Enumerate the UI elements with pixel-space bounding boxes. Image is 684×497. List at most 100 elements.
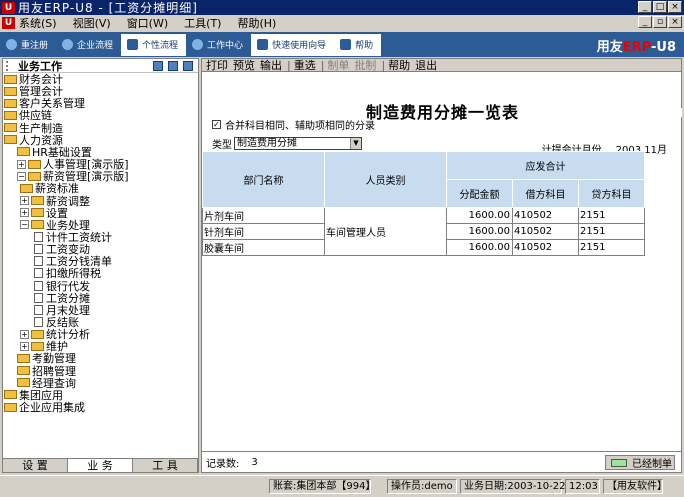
- app-logo-icon: U: [2, 1, 15, 14]
- menu-view[interactable]: 视图(V): [73, 15, 111, 31]
- checkbox-checked-icon[interactable]: ✓: [212, 120, 221, 129]
- debit-cell[interactable]: 410502: [512, 239, 579, 256]
- debit-cell[interactable]: 410502: [512, 223, 579, 240]
- report-toolbar: 打印 预览 输出 | 重选 | 制单 批制 | 帮助 退出: [202, 59, 681, 72]
- dept-cell[interactable]: 片剂车间: [202, 207, 325, 224]
- document-icon: [34, 268, 43, 279]
- dept-cell[interactable]: 针剂车间: [202, 223, 325, 240]
- credit-cell[interactable]: 2151: [578, 223, 645, 240]
- header-credit[interactable]: 贷方科目: [578, 179, 645, 208]
- header-dept[interactable]: 部门名称: [202, 151, 325, 208]
- tree-item[interactable]: 企业应用集成: [4, 401, 85, 414]
- header-amount[interactable]: 分配金额: [446, 179, 513, 208]
- amount-cell[interactable]: 1600.00: [446, 207, 513, 224]
- child-minimize-button[interactable]: _: [638, 16, 652, 28]
- amount-cell[interactable]: 1600.00: [446, 239, 513, 256]
- menu-system[interactable]: 系统(S): [19, 15, 57, 31]
- quick-wizard-button[interactable]: 快速使用向导: [251, 33, 335, 56]
- folder-icon: [4, 123, 17, 133]
- folder-icon: [28, 171, 41, 181]
- maximize-button[interactable]: □: [653, 1, 667, 13]
- exit-button[interactable]: 退出: [415, 57, 437, 73]
- tab-business[interactable]: 业 务: [68, 459, 133, 472]
- refresh-icon[interactable]: [168, 60, 178, 71]
- tab-settings[interactable]: 设 置: [3, 459, 68, 472]
- expand-icon[interactable]: +: [20, 341, 29, 351]
- credit-cell[interactable]: 2151: [578, 239, 645, 256]
- work-center-button[interactable]: 工作中心: [186, 34, 251, 56]
- menu-window[interactable]: 窗口(W): [127, 15, 168, 31]
- enterprise-flow-button[interactable]: 企业流程: [56, 34, 121, 56]
- reregister-button[interactable]: 重注册: [0, 34, 56, 56]
- collapse-icon[interactable]: −: [17, 171, 26, 181]
- status-biz-date: 业务日期:2003-10-22: [460, 479, 565, 494]
- business-navigator: 业务工作 财务会计 管理会计 客户关系管理 供应链 生产制造 人力资源 HR基础设置 + 人事管…: [2, 58, 199, 473]
- toolbar-separator: |: [320, 58, 325, 72]
- reselect-button[interactable]: 重选: [294, 57, 316, 73]
- header-person-type[interactable]: 人员类别: [324, 151, 447, 208]
- minimize-button[interactable]: _: [638, 1, 652, 13]
- document-icon: [34, 256, 43, 267]
- credit-cell[interactable]: 2151: [578, 207, 645, 224]
- person-type-cell[interactable]: 车间管理人员: [324, 207, 447, 256]
- collapse-icon[interactable]: −: [20, 220, 29, 230]
- voucher-made-indicator[interactable]: 已经制单: [605, 455, 675, 470]
- menu-help[interactable]: 帮助(H): [237, 15, 276, 31]
- print-button[interactable]: 打印: [206, 57, 228, 73]
- tab-tools[interactable]: 工 具: [133, 459, 198, 472]
- report-help-button[interactable]: 帮助: [388, 57, 410, 73]
- amount-cell[interactable]: 1600.00: [446, 223, 513, 240]
- folder-icon: [17, 147, 30, 157]
- child-restore-button[interactable]: ▫: [653, 16, 667, 28]
- help-button[interactable]: 帮助: [334, 33, 382, 56]
- save-icon[interactable]: [153, 60, 163, 71]
- brand-logo: 用友ERP-U8: [596, 40, 676, 55]
- folder-icon: [31, 208, 44, 218]
- type-select[interactable]: 制造费用分摊 ▼: [234, 137, 362, 150]
- expand-icon[interactable]: +: [20, 196, 29, 205]
- expand-icon[interactable]: +: [20, 329, 29, 339]
- work-center-icon: [192, 39, 204, 50]
- folder-icon: [4, 135, 17, 145]
- menu-bar: U 系统(S) 视图(V) 窗口(W) 工具(T) 帮助(H) _ ▫ ×: [0, 15, 684, 30]
- navigator-tabs: 设 置 业 务 工 具: [3, 458, 198, 472]
- folder-icon: [4, 402, 17, 412]
- menu-tools[interactable]: 工具(T): [184, 15, 221, 31]
- folder-icon: [20, 183, 33, 193]
- expand-icon[interactable]: +: [17, 159, 26, 169]
- export-button[interactable]: 输出: [260, 57, 282, 73]
- expand-icon[interactable]: +: [20, 208, 29, 218]
- document-icon: [34, 304, 43, 315]
- dept-cell[interactable]: 胶囊车间: [202, 239, 325, 256]
- merge-entries-checkbox[interactable]: ✓ 合并科目相同、辅助项相同的分录: [212, 117, 375, 132]
- quick-wizard-icon: [257, 39, 269, 50]
- personal-flow-icon: [127, 39, 139, 50]
- make-voucher-button[interactable]: 制单: [327, 57, 349, 73]
- child-close-button[interactable]: ×: [668, 16, 682, 28]
- folder-icon: [17, 378, 30, 388]
- document-icon: [34, 292, 43, 303]
- help-icon: [340, 39, 352, 50]
- main-toolbar: 重注册 企业流程 个性流程 工作中心 快速使用向导 帮助 用友ERP-U8: [0, 32, 684, 57]
- report-footer: 记录数: 3 已经制单: [202, 451, 681, 472]
- header-debit[interactable]: 借方科目: [512, 179, 579, 208]
- folder-icon: [4, 110, 17, 120]
- header-payable-total[interactable]: 应发合计: [446, 151, 645, 180]
- folder-icon: [4, 390, 17, 400]
- preview-button[interactable]: 预览: [233, 57, 255, 73]
- drag-grip-icon[interactable]: [6, 60, 12, 71]
- doc-icon[interactable]: U: [2, 16, 15, 29]
- batch-voucher-button[interactable]: 批制: [354, 57, 376, 73]
- dropdown-arrow-icon[interactable]: ▼: [350, 138, 361, 149]
- pin-icon[interactable]: [183, 60, 193, 71]
- status-operator: 操作员:demo: [387, 479, 457, 494]
- personal-flow-button[interactable]: 个性流程: [121, 33, 187, 56]
- report-window: 打印 预览 输出 | 重选 | 制单 批制 | 帮助 退出 制造费用分摊一览表 …: [201, 58, 682, 473]
- mouse-cursor-icon: [676, 108, 682, 118]
- status-company: 【用友软件】: [603, 479, 667, 494]
- folder-icon: [4, 98, 17, 108]
- close-button[interactable]: ×: [668, 1, 682, 13]
- table-row[interactable]: 片剂车间 车间管理人员 1600.00 410502 2151: [202, 207, 645, 256]
- menu-tree: 财务会计 管理会计 客户关系管理 供应链 生产制造 人力资源 HR基础设置 + 人事管理[演示版…: [3, 73, 198, 459]
- debit-cell[interactable]: 410502: [512, 207, 579, 224]
